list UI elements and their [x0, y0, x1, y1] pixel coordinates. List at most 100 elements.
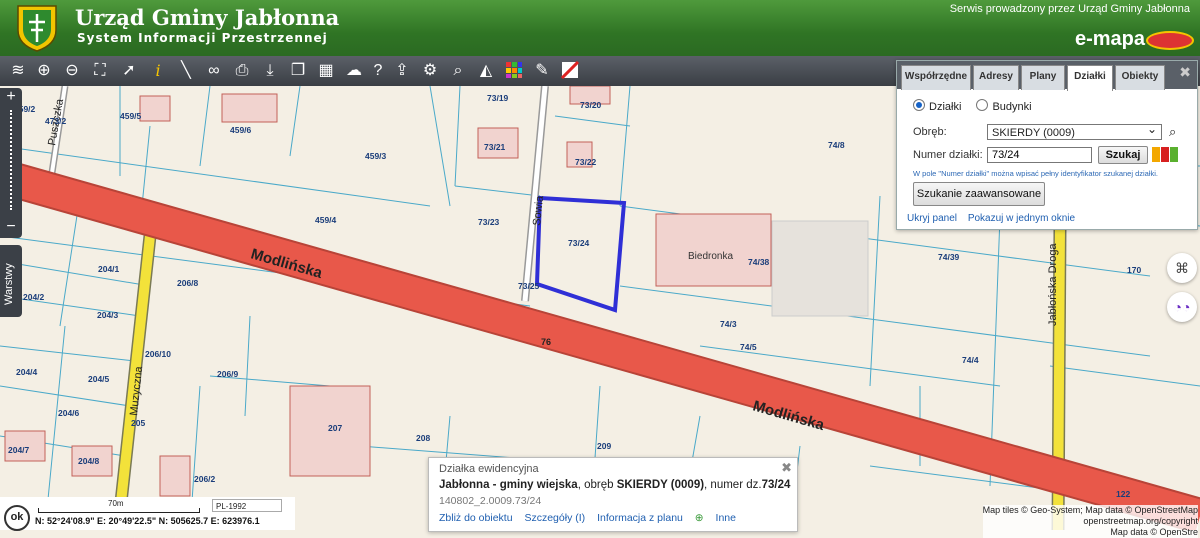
popup-links: Zbliż do obiektu Szczegóły (I) Informacj…: [439, 512, 745, 524]
layers-side-tab[interactable]: Warstwy: [0, 245, 22, 317]
svg-text:459/4: 459/4: [315, 215, 337, 225]
info-icon[interactable]: i: [148, 61, 168, 81]
radio-budynki[interactable]: Budynki: [976, 99, 1032, 113]
scale-bar: [38, 508, 200, 513]
measure-icon[interactable]: ╲: [176, 61, 196, 81]
svg-text:73/20: 73/20: [580, 100, 602, 110]
svg-text:73/19: 73/19: [487, 93, 509, 103]
svg-text:207: 207: [328, 423, 342, 433]
street-view-icon[interactable]: ◔◔: [1167, 292, 1197, 322]
shop-label: Biedronka: [688, 251, 733, 262]
layers-icon[interactable]: ≋: [8, 61, 28, 81]
tab-adresy[interactable]: Adresy: [973, 65, 1019, 90]
svg-text:74/8: 74/8: [828, 140, 845, 150]
print-icon[interactable]: ⎙: [232, 61, 252, 81]
service-note: Serwis prowadzony przez Urząd Gminy Jabł…: [949, 3, 1190, 15]
svg-text:208: 208: [416, 433, 430, 443]
help-icon[interactable]: ?: [368, 61, 388, 81]
advanced-search-button[interactable]: Szukanie zaawansowane: [913, 182, 1045, 206]
zoom-extent-icon[interactable]: ⛶: [90, 61, 110, 81]
color-swatch-red[interactable]: [1161, 147, 1169, 162]
geo-system-logo: [1146, 31, 1194, 50]
radio-dzialki[interactable]: Działki: [913, 99, 962, 113]
settings-icon[interactable]: ⚙: [420, 61, 440, 81]
layers-side-label: Warstwy: [3, 263, 15, 305]
zoom-to-object-link[interactable]: Zbliż do obiektu: [439, 512, 513, 524]
upload-icon[interactable]: ⇪: [392, 61, 412, 81]
select-icon[interactable]: ➚: [119, 61, 139, 81]
download-icon[interactable]: ⤓: [260, 61, 280, 81]
copy-icon[interactable]: ❐: [288, 61, 308, 81]
svg-text:206/8: 206/8: [177, 278, 199, 288]
tab-wspolrzedne[interactable]: Współrzędne: [901, 65, 971, 90]
more-plus-icon[interactable]: ⊕: [695, 512, 704, 524]
svg-text:204/6: 204/6: [58, 408, 80, 418]
radio-budynki-dot[interactable]: [976, 99, 989, 111]
app-subtitle: System Informacji Przestrzennej: [77, 31, 328, 45]
numer-label: Numer działki:: [913, 149, 983, 161]
svg-text:459/6: 459/6: [230, 125, 252, 135]
popup-parcel-line: Jabłonna - gminy wiejska, obręb SKIERDY …: [439, 479, 790, 491]
svg-text:473/2: 473/2: [45, 116, 67, 126]
svg-text:459/5: 459/5: [120, 111, 142, 121]
search-icon[interactable]: ⌕: [1169, 124, 1176, 140]
search-panel: Współrzędne Adresy Plany Działki Obiekty…: [896, 60, 1198, 230]
zoom-slider[interactable]: + −: [0, 88, 22, 238]
search-map-icon[interactable]: ⌕: [448, 61, 468, 81]
obreb-label: Obręb:: [913, 126, 947, 138]
popup-close-icon[interactable]: ✖: [781, 460, 792, 476]
svg-text:73/24: 73/24: [568, 238, 590, 248]
attribution-link[interactable]: openstreetmap.org/copyright: [983, 516, 1198, 527]
tab-obiekty[interactable]: Obiekty: [1115, 65, 1165, 90]
svg-text:170: 170: [1127, 265, 1141, 275]
popup-num-prefix: , numer dz.: [704, 479, 762, 491]
tab-plany[interactable]: Plany: [1021, 65, 1065, 90]
attribution-line-3: Map data © OpenStre: [1110, 527, 1198, 537]
app-title: Urząd Gminy Jabłonna: [75, 5, 340, 30]
zoom-plus-icon[interactable]: +: [0, 88, 22, 106]
color-grid-icon[interactable]: [504, 61, 524, 81]
coordinate-readout: N: 52°24'08.9" E: 20°49'22.5" N: 505625.…: [35, 516, 260, 526]
color-swatch-orange[interactable]: [1152, 147, 1160, 162]
zoom-in-icon[interactable]: ⊕: [34, 61, 54, 81]
svg-text:209: 209: [597, 441, 611, 451]
zoom-minus-icon[interactable]: −: [0, 218, 22, 236]
warning-icon[interactable]: ◭: [476, 61, 496, 81]
comment-icon[interactable]: ☁: [344, 61, 364, 81]
clear-icon[interactable]: [560, 60, 580, 81]
svg-text:205: 205: [131, 418, 145, 428]
hide-panel-link[interactable]: Ukryj panel: [907, 213, 957, 224]
svg-text:206/10: 206/10: [145, 349, 171, 359]
popup-heading: Działka ewidencyjna: [439, 463, 539, 475]
note-icon[interactable]: ✎: [532, 61, 552, 81]
grid-view-icon[interactable]: ⌘: [1167, 253, 1197, 283]
more-link[interactable]: Inne: [716, 512, 736, 524]
layout-icon[interactable]: ▦: [316, 61, 336, 81]
svg-text:74/39: 74/39: [938, 252, 960, 262]
parcel-info-popup: Działka ewidencyjna ✖ Jabłonna - gminy w…: [428, 457, 798, 532]
projection-select[interactable]: PL-1992: [212, 499, 282, 512]
svg-text:206/9: 206/9: [217, 369, 239, 379]
zoom-out-icon[interactable]: ⊖: [62, 61, 82, 81]
svg-text:459/3: 459/3: [365, 151, 387, 161]
link-icon[interactable]: ∞: [204, 61, 224, 81]
tab-dzialki[interactable]: Działki: [1067, 65, 1113, 91]
radio-dzialki-label: Działki: [929, 101, 962, 113]
svg-text:74/38: 74/38: [748, 257, 770, 267]
search-button[interactable]: Szukaj: [1098, 146, 1148, 164]
svg-text:204/3: 204/3: [97, 310, 119, 320]
scale-label: 70m: [108, 499, 124, 508]
details-link[interactable]: Szczegóły (I): [524, 512, 585, 524]
numer-dzialki-input[interactable]: [987, 147, 1092, 163]
single-window-link[interactable]: Pokazuj w jednym oknie: [968, 213, 1075, 224]
svg-text:204/8: 204/8: [78, 456, 100, 466]
close-icon[interactable]: ✖: [1179, 64, 1191, 81]
obreb-select[interactable]: SKIERDY (0009): [987, 121, 1162, 140]
svg-text:73/23: 73/23: [478, 217, 500, 227]
svg-text:122: 122: [1116, 489, 1130, 499]
radio-dzialki-dot[interactable]: [913, 99, 925, 111]
ok-button[interactable]: ok: [4, 505, 30, 531]
zoom-track[interactable]: [10, 110, 14, 210]
color-swatch-green[interactable]: [1170, 147, 1178, 162]
plan-info-link[interactable]: Informacja z planu: [597, 512, 683, 524]
